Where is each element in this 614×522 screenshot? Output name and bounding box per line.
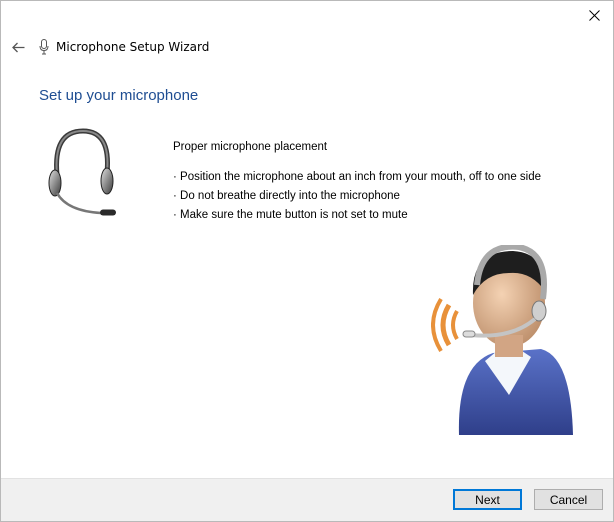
page-heading: Set up your microphone <box>39 87 199 104</box>
instruction-item: · Position the microphone about an inch … <box>173 171 541 183</box>
title-bar: Microphone Setup Wizard <box>9 36 209 58</box>
microphone-icon <box>37 38 51 56</box>
cancel-button[interactable]: Cancel <box>534 489 603 510</box>
back-button[interactable] <box>9 38 27 56</box>
instruction-item: · Make sure the mute button is not set t… <box>173 209 408 221</box>
close-button[interactable] <box>585 6 603 24</box>
next-button[interactable]: Next <box>453 489 522 510</box>
user-speaking-icon <box>431 245 573 435</box>
window-title: Microphone Setup Wizard <box>56 40 210 54</box>
instructions-subheading: Proper microphone placement <box>173 141 328 153</box>
close-icon <box>588 9 600 21</box>
instructions-panel: Proper microphone placement · Position t… <box>173 141 541 225</box>
footer-bar: Next Cancel <box>1 478 613 521</box>
wizard-window: Microphone Setup Wizard Set up your micr… <box>0 0 614 522</box>
instruction-item: · Do not breathe directly into the micro… <box>173 190 400 202</box>
headset-icon <box>48 128 116 216</box>
back-arrow-icon <box>11 42 24 52</box>
